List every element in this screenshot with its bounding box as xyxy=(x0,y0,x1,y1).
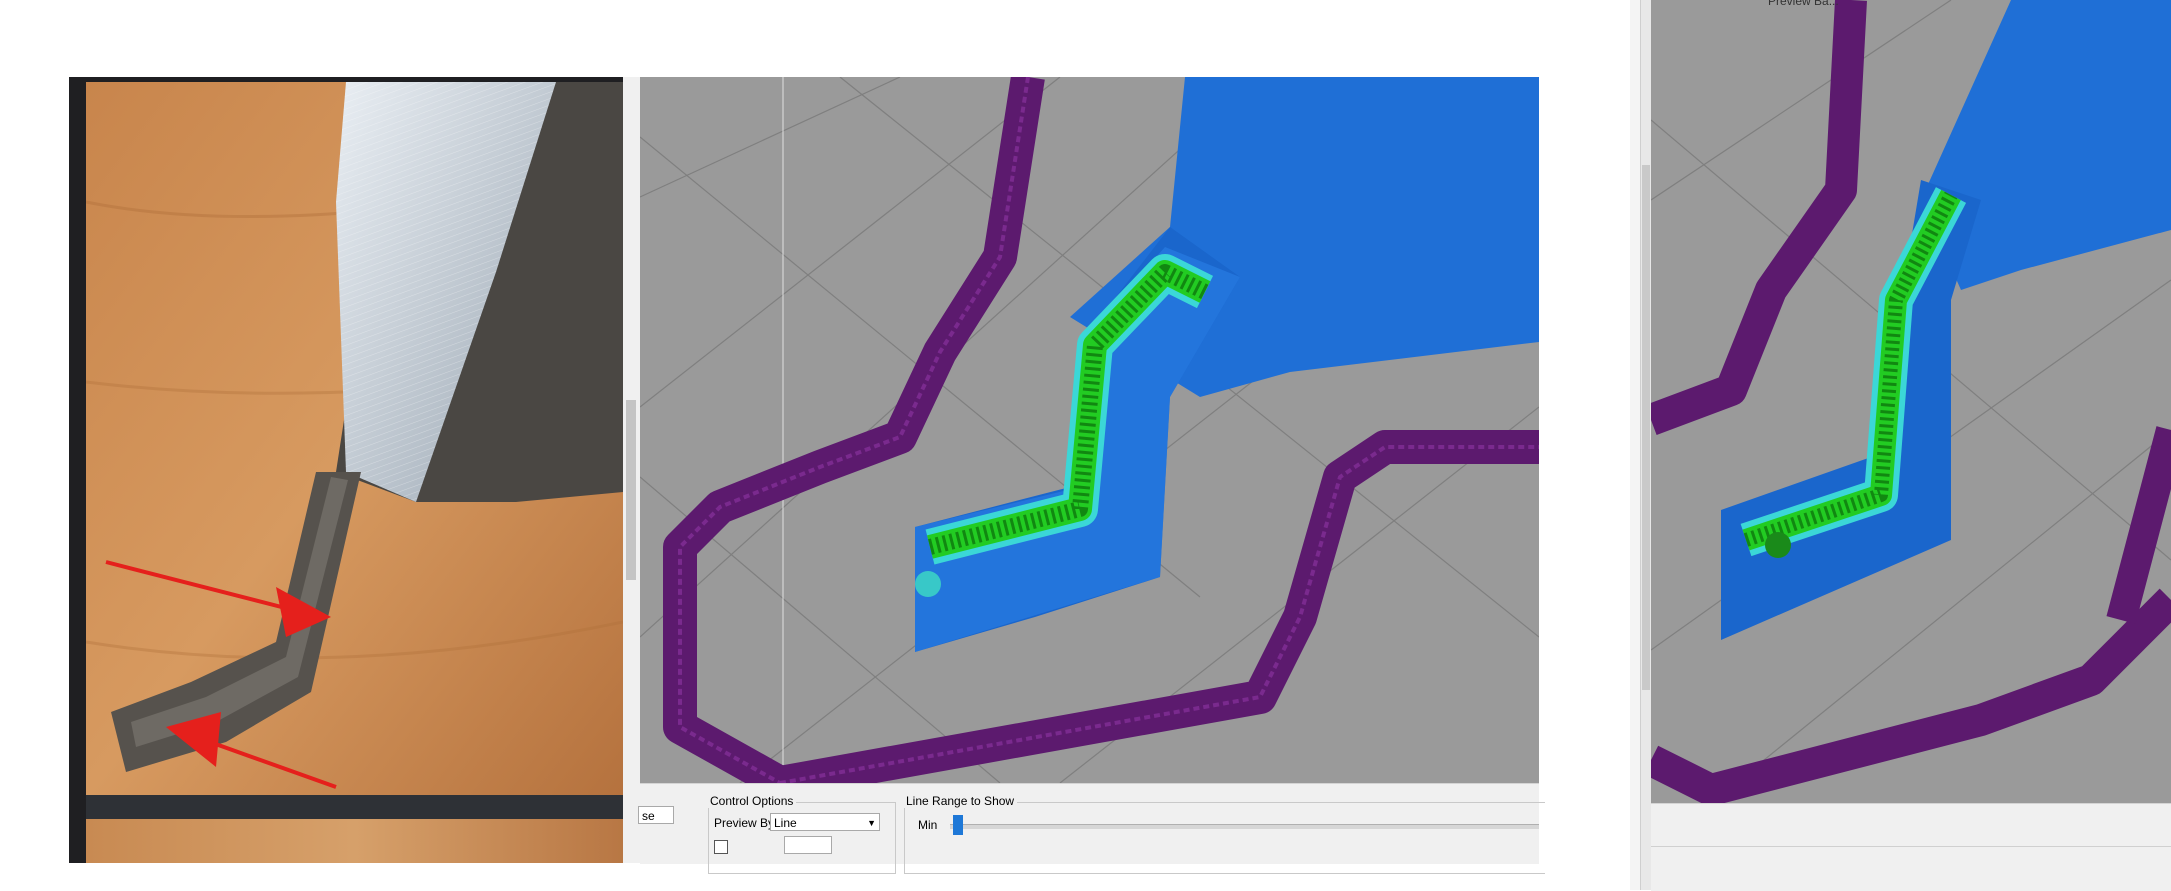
line-range-group xyxy=(904,802,1545,874)
printed-part-photo xyxy=(86,82,623,795)
right-window-caption: Preview Ba... xyxy=(1768,0,1839,8)
partial-button-label: se xyxy=(642,809,655,823)
right-panel-divider xyxy=(1651,846,2171,847)
right-toolpath-viewport[interactable] xyxy=(1651,0,2171,803)
option-checkbox[interactable] xyxy=(714,840,728,854)
control-options-title: Control Options xyxy=(707,794,797,808)
line-range-title: Line Range to Show xyxy=(903,794,1018,808)
right-window-scrollbar-thumb[interactable] xyxy=(1642,165,1650,690)
min-label: Min xyxy=(918,818,938,832)
option-spinbox[interactable] xyxy=(784,836,832,854)
photo-panel xyxy=(69,77,623,863)
photo-image xyxy=(86,82,623,795)
min-slider-handle[interactable] xyxy=(953,815,963,835)
preview-control-panel: se Control Options Preview By Line ▼ Lin… xyxy=(638,783,1545,874)
toolpath-preview-viewport[interactable] xyxy=(640,77,1539,783)
preview-by-value: Line xyxy=(774,816,797,830)
preview-by-select[interactable]: Line ▼ xyxy=(770,813,880,831)
window-gap xyxy=(1630,0,1640,890)
min-slider-track[interactable] xyxy=(950,824,1539,829)
partial-button[interactable]: se xyxy=(638,806,674,824)
toolpath-render xyxy=(640,77,1539,783)
right-toolpath-render xyxy=(1651,0,2171,803)
preview-by-label: Preview By xyxy=(714,816,775,830)
right-control-panel xyxy=(1651,803,2171,891)
panel-scrollbar-thumb[interactable] xyxy=(626,400,636,580)
chevron-down-icon: ▼ xyxy=(867,818,876,828)
next-photo-preview xyxy=(86,819,623,863)
photo-divider-strip xyxy=(86,795,623,819)
